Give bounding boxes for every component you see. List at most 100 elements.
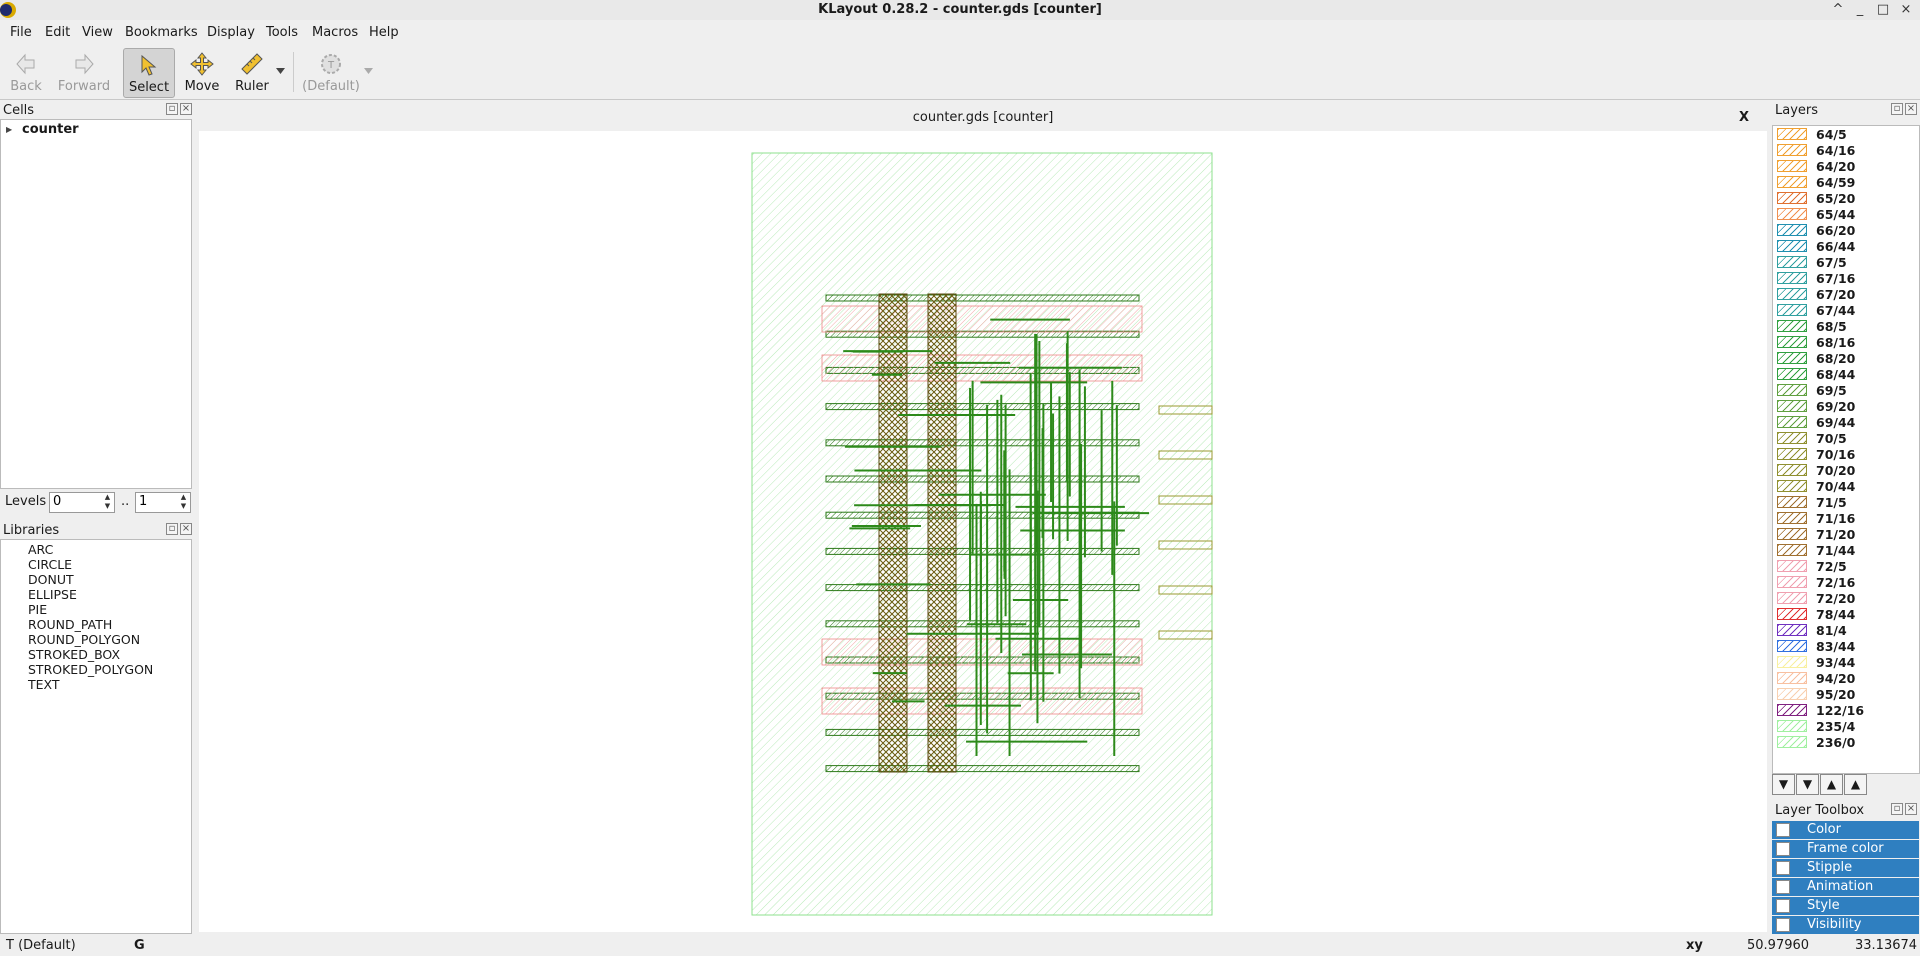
layer-row[interactable]: 70/16	[1773, 447, 1919, 463]
layer-row[interactable]: 94/20	[1773, 671, 1919, 687]
close-icon[interactable]: ×	[180, 103, 192, 115]
expand-checkbox[interactable]	[1776, 918, 1790, 932]
menu-view[interactable]: View	[82, 25, 113, 40]
layer-row[interactable]: 64/59	[1773, 175, 1919, 191]
library-item[interactable]: STROKED_POLYGON	[28, 662, 153, 677]
template-button[interactable]: T (Default)	[300, 48, 362, 96]
layout-canvas[interactable]	[199, 131, 1767, 932]
spin-up-icon[interactable]: ▲	[178, 493, 189, 502]
collapse-window-icon[interactable]: ^	[1829, 1, 1847, 19]
float-icon[interactable]: ▫	[166, 523, 178, 535]
template-dropdown[interactable]	[362, 48, 374, 96]
library-item[interactable]: PIE	[28, 602, 47, 617]
layer-row[interactable]: 72/16	[1773, 575, 1919, 591]
cell-item-counter[interactable]: counter	[22, 122, 79, 137]
layer-row[interactable]: 83/44	[1773, 639, 1919, 655]
levels-to-spinbox[interactable]: ▲ ▼	[135, 492, 191, 513]
back-button[interactable]: Back	[4, 48, 48, 96]
layer-row[interactable]: 95/20	[1773, 687, 1919, 703]
library-item[interactable]: ROUND_PATH	[28, 617, 112, 632]
layer-row[interactable]: 66/44	[1773, 239, 1919, 255]
layer-row[interactable]: 78/44	[1773, 607, 1919, 623]
layer-row[interactable]: 93/44	[1773, 655, 1919, 671]
layer-row[interactable]: 67/44	[1773, 303, 1919, 319]
layer-row[interactable]: 71/44	[1773, 543, 1919, 559]
layer-row[interactable]: 69/5	[1773, 383, 1919, 399]
toolbox-visibility[interactable]: Visibility	[1772, 916, 1919, 934]
spin-down-icon[interactable]: ▼	[178, 502, 189, 511]
layer-row[interactable]: 71/5	[1773, 495, 1919, 511]
layer-row[interactable]: 68/16	[1773, 335, 1919, 351]
select-button[interactable]: Select	[123, 48, 175, 98]
toolbox-color[interactable]: Color	[1772, 821, 1919, 839]
layer-row[interactable]: 70/5	[1773, 431, 1919, 447]
move-layer-down-icon[interactable]: ▼	[1796, 774, 1819, 795]
expand-arrow-icon[interactable]: ▶	[6, 125, 12, 134]
layer-row[interactable]: 67/5	[1773, 255, 1919, 271]
expand-checkbox[interactable]	[1776, 823, 1790, 837]
forward-button[interactable]: Forward	[54, 48, 114, 96]
layer-row[interactable]: 68/5	[1773, 319, 1919, 335]
library-item[interactable]: STROKED_BOX	[28, 647, 120, 662]
layer-row[interactable]: 72/5	[1773, 559, 1919, 575]
toolbox-animation[interactable]: Animation	[1772, 878, 1919, 896]
expand-checkbox[interactable]	[1776, 842, 1790, 856]
move-layer-top-icon[interactable]: ▲	[1844, 774, 1867, 795]
ruler-dropdown[interactable]	[274, 48, 286, 96]
menu-edit[interactable]: Edit	[45, 25, 70, 40]
move-layer-bottom-icon[interactable]: ▼	[1772, 774, 1795, 795]
levels-from-input[interactable]	[50, 493, 104, 510]
layer-row[interactable]: 69/44	[1773, 415, 1919, 431]
layer-row[interactable]: 67/16	[1773, 271, 1919, 287]
menu-file[interactable]: File	[10, 25, 32, 40]
library-item[interactable]: TEXT	[28, 677, 60, 692]
library-item[interactable]: ROUND_POLYGON	[28, 632, 140, 647]
menu-macros[interactable]: Macros	[312, 25, 358, 40]
toolbox-style[interactable]: Style	[1772, 897, 1919, 915]
layer-row[interactable]: 64/20	[1773, 159, 1919, 175]
close-icon[interactable]: ×	[180, 523, 192, 535]
layer-row[interactable]: 68/44	[1773, 367, 1919, 383]
layer-row[interactable]: 70/20	[1773, 463, 1919, 479]
menu-display[interactable]: Display	[207, 25, 255, 40]
layer-row[interactable]: 72/20	[1773, 591, 1919, 607]
layer-row[interactable]: 81/4	[1773, 623, 1919, 639]
float-icon[interactable]: ▫	[1891, 103, 1903, 115]
layer-row[interactable]: 65/44	[1773, 207, 1919, 223]
layer-row[interactable]: 64/16	[1773, 143, 1919, 159]
ruler-button[interactable]: Ruler	[230, 48, 274, 96]
spin-up-icon[interactable]: ▲	[102, 493, 113, 502]
levels-from-spinbox[interactable]: ▲ ▼	[49, 492, 115, 513]
layer-row[interactable]: 236/0	[1773, 735, 1919, 751]
menu-tools[interactable]: Tools	[266, 25, 298, 40]
toolbox-stipple[interactable]: Stipple	[1772, 859, 1919, 877]
move-button[interactable]: Move	[180, 48, 224, 96]
expand-checkbox[interactable]	[1776, 880, 1790, 894]
close-window-icon[interactable]: ×	[1897, 1, 1915, 19]
layer-row[interactable]: 65/20	[1773, 191, 1919, 207]
levels-to-input[interactable]	[136, 493, 180, 510]
layer-row[interactable]: 71/16	[1773, 511, 1919, 527]
library-item[interactable]: DONUT	[28, 572, 74, 587]
layer-row[interactable]: 67/20	[1773, 287, 1919, 303]
layout-drawing[interactable]	[199, 131, 1767, 932]
layer-row[interactable]: 69/20	[1773, 399, 1919, 415]
library-item[interactable]: ELLIPSE	[28, 587, 77, 602]
toolbox-frame-color[interactable]: Frame color	[1772, 840, 1919, 858]
layer-row[interactable]: 64/5	[1773, 127, 1919, 143]
menu-help[interactable]: Help	[369, 25, 399, 40]
maximize-window-icon[interactable]: □	[1874, 1, 1892, 19]
library-item[interactable]: CIRCLE	[28, 557, 72, 572]
layer-row[interactable]: 235/4	[1773, 719, 1919, 735]
close-tab-icon[interactable]: X	[1739, 106, 1749, 130]
close-icon[interactable]: ×	[1905, 103, 1917, 115]
layer-row[interactable]: 122/16	[1773, 703, 1919, 719]
float-icon[interactable]: ▫	[166, 103, 178, 115]
expand-checkbox[interactable]	[1776, 861, 1790, 875]
layer-row[interactable]: 68/20	[1773, 351, 1919, 367]
layer-row[interactable]: 70/44	[1773, 479, 1919, 495]
close-icon[interactable]: ×	[1905, 803, 1917, 815]
library-item[interactable]: ARC	[28, 542, 53, 557]
layer-row[interactable]: 71/20	[1773, 527, 1919, 543]
spin-down-icon[interactable]: ▼	[102, 502, 113, 511]
